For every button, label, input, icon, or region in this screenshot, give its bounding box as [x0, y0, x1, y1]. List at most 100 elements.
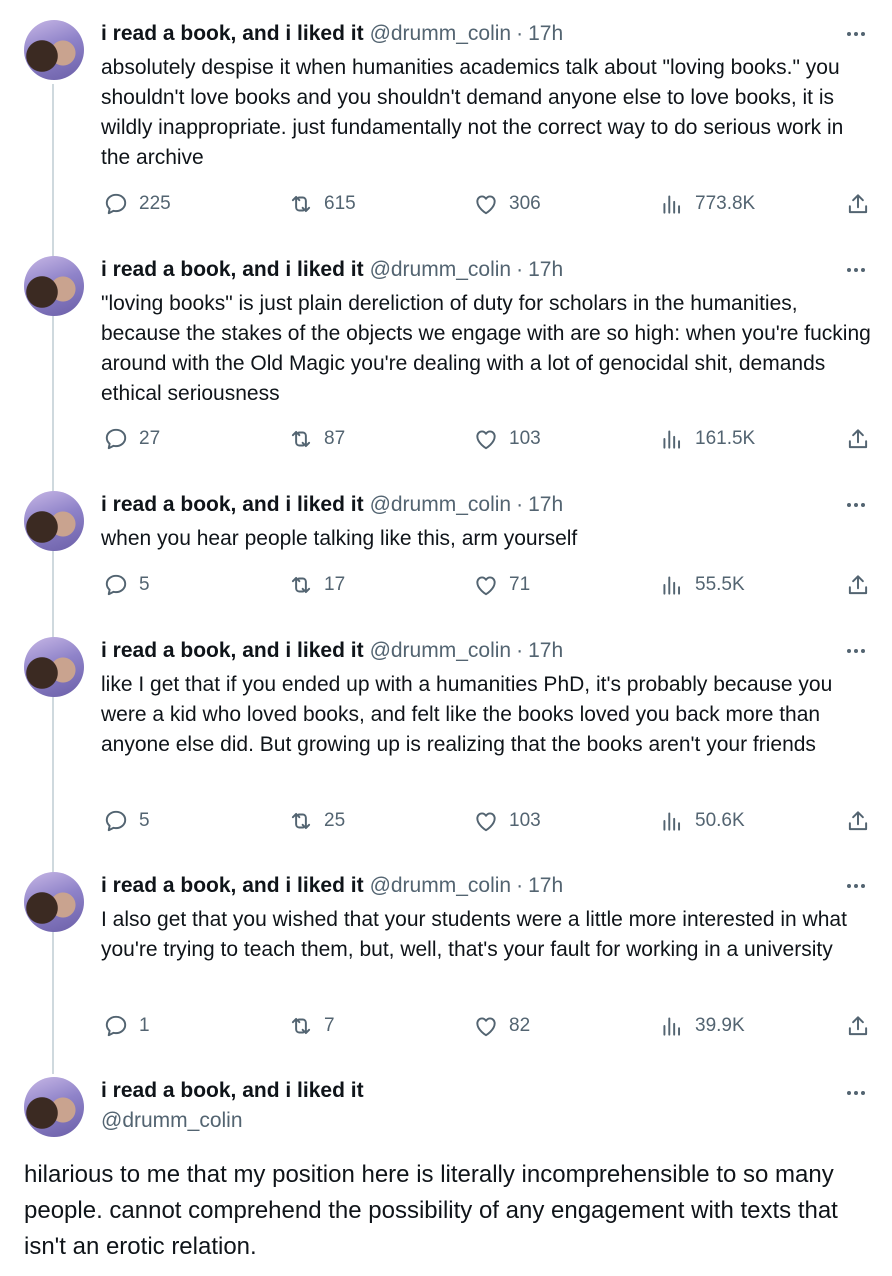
timestamp[interactable]: 17h: [528, 637, 563, 665]
heart-icon: [476, 195, 496, 215]
views-button[interactable]: 773.8K: [659, 191, 755, 217]
more-icon[interactable]: [842, 493, 870, 517]
retweet-button[interactable]: 87: [288, 426, 345, 452]
reply-icon: [105, 193, 127, 215]
avatar[interactable]: [24, 637, 84, 697]
tweet-text: I also get that you wished that your stu…: [101, 908, 847, 961]
retweet-icon: [291, 812, 311, 830]
share-button[interactable]: [845, 191, 881, 217]
separator: ·: [516, 639, 524, 662]
author-name[interactable]: i read a book, and i liked it: [101, 872, 364, 900]
reply-button[interactable]: 5: [103, 808, 150, 834]
reply-button[interactable]: 225: [103, 191, 171, 217]
views-count: 39.9K: [695, 1015, 745, 1036]
share-icon: [848, 194, 868, 214]
reply-button[interactable]: 5: [103, 572, 150, 598]
reply-count: 5: [139, 810, 150, 831]
reply-button[interactable]: 1: [103, 1013, 150, 1039]
author-name[interactable]: i read a book, and i liked it: [101, 637, 364, 665]
author-name[interactable]: i read a book, and i liked it: [101, 1077, 364, 1105]
tweet[interactable]: i read a book, and i liked it @drumm_col…: [0, 491, 892, 616]
tweet-header: i read a book, and i liked it @drumm_col…: [101, 1077, 364, 1135]
more-icon[interactable]: [842, 1081, 870, 1105]
like-count: 103: [509, 810, 541, 831]
views-button[interactable]: 55.5K: [659, 572, 745, 598]
avatar[interactable]: [24, 491, 84, 551]
retweet-button[interactable]: 25: [288, 808, 345, 834]
author-handle[interactable]: @drumm_colin: [370, 256, 512, 284]
timestamp[interactable]: 17h: [528, 256, 563, 284]
share-button[interactable]: [845, 1013, 881, 1039]
views-icon: [663, 1017, 681, 1036]
tweet-actions: 5 17 71 55.5K: [101, 572, 871, 602]
retweet-button[interactable]: 17: [288, 572, 345, 598]
author-handle[interactable]: @drumm_colin: [370, 872, 512, 900]
share-button[interactable]: [845, 572, 881, 598]
views-button[interactable]: 161.5K: [659, 426, 755, 452]
tweet-actions: 27 87 103 161.5K: [101, 426, 871, 456]
author-name[interactable]: i read a book, and i liked it: [101, 20, 364, 48]
reply-count: 5: [139, 574, 150, 595]
retweet-icon: [291, 195, 311, 213]
reply-count: 225: [139, 193, 171, 214]
avatar[interactable]: [24, 20, 84, 80]
tweet-actions: 1 7 82 39.9K: [101, 1013, 871, 1043]
retweet-button[interactable]: 7: [288, 1013, 335, 1039]
like-button[interactable]: 71: [473, 572, 530, 598]
timestamp[interactable]: 17h: [528, 20, 563, 48]
reply-icon: [105, 810, 127, 832]
reply-button[interactable]: 27: [103, 426, 160, 452]
tweet-header: i read a book, and i liked it @drumm_col…: [101, 637, 870, 665]
like-button[interactable]: 103: [473, 426, 541, 452]
tweet[interactable]: i read a book, and i liked it @drumm_col…: [0, 256, 892, 471]
separator: ·: [516, 874, 524, 897]
heart-icon: [476, 430, 496, 450]
retweet-count: 7: [324, 1015, 335, 1036]
share-button[interactable]: [845, 808, 881, 834]
avatar[interactable]: [24, 1077, 84, 1137]
tweet[interactable]: i read a book, and i liked it @drumm_col…: [0, 872, 892, 1057]
retweet-count: 87: [324, 428, 346, 449]
like-button[interactable]: 306: [473, 191, 541, 217]
like-button[interactable]: 103: [473, 808, 541, 834]
retweet-icon: [291, 1017, 311, 1035]
author-name[interactable]: i read a book, and i liked it: [101, 491, 364, 519]
tweet[interactable]: i read a book, and i liked it @drumm_col…: [0, 20, 892, 235]
timestamp[interactable]: 17h: [528, 491, 563, 519]
share-icon: [848, 811, 868, 831]
avatar[interactable]: [24, 872, 84, 932]
tweet-text: hilarious to me that my position here is…: [24, 1161, 838, 1260]
focused-tweet[interactable]: i read a book, and i liked it @drumm_col…: [0, 1077, 892, 1267]
like-count: 306: [509, 193, 541, 214]
author-handle[interactable]: @drumm_colin: [370, 20, 512, 48]
views-button[interactable]: 39.9K: [659, 1013, 745, 1039]
views-icon: [663, 576, 681, 595]
like-count: 103: [509, 428, 541, 449]
more-icon[interactable]: [842, 639, 870, 663]
tweet-text: absolutely despise it when humanities ac…: [101, 56, 844, 169]
views-icon: [663, 195, 681, 214]
retweet-button[interactable]: 615: [288, 191, 356, 217]
more-icon[interactable]: [842, 874, 870, 898]
tweet[interactable]: i read a book, and i liked it @drumm_col…: [0, 637, 892, 852]
reply-icon: [105, 1015, 127, 1037]
author-name[interactable]: i read a book, and i liked it: [101, 256, 364, 284]
timestamp[interactable]: 17h: [528, 872, 563, 900]
more-icon[interactable]: [842, 258, 870, 282]
heart-icon: [476, 812, 496, 832]
author-handle[interactable]: @drumm_colin: [370, 637, 512, 665]
retweet-count: 17: [324, 574, 346, 595]
views-icon: [663, 430, 681, 449]
like-count: 82: [509, 1015, 531, 1036]
avatar[interactable]: [24, 256, 84, 316]
share-button[interactable]: [845, 426, 881, 452]
author-handle[interactable]: @drumm_colin: [370, 491, 512, 519]
more-icon[interactable]: [842, 22, 870, 46]
like-button[interactable]: 82: [473, 1013, 530, 1039]
heart-icon: [476, 1017, 496, 1037]
views-button[interactable]: 50.6K: [659, 808, 745, 834]
tweet-header: i read a book, and i liked it @drumm_col…: [101, 491, 870, 519]
reply-icon: [105, 428, 127, 450]
retweet-icon: [291, 576, 311, 594]
author-handle[interactable]: @drumm_colin: [101, 1107, 364, 1135]
